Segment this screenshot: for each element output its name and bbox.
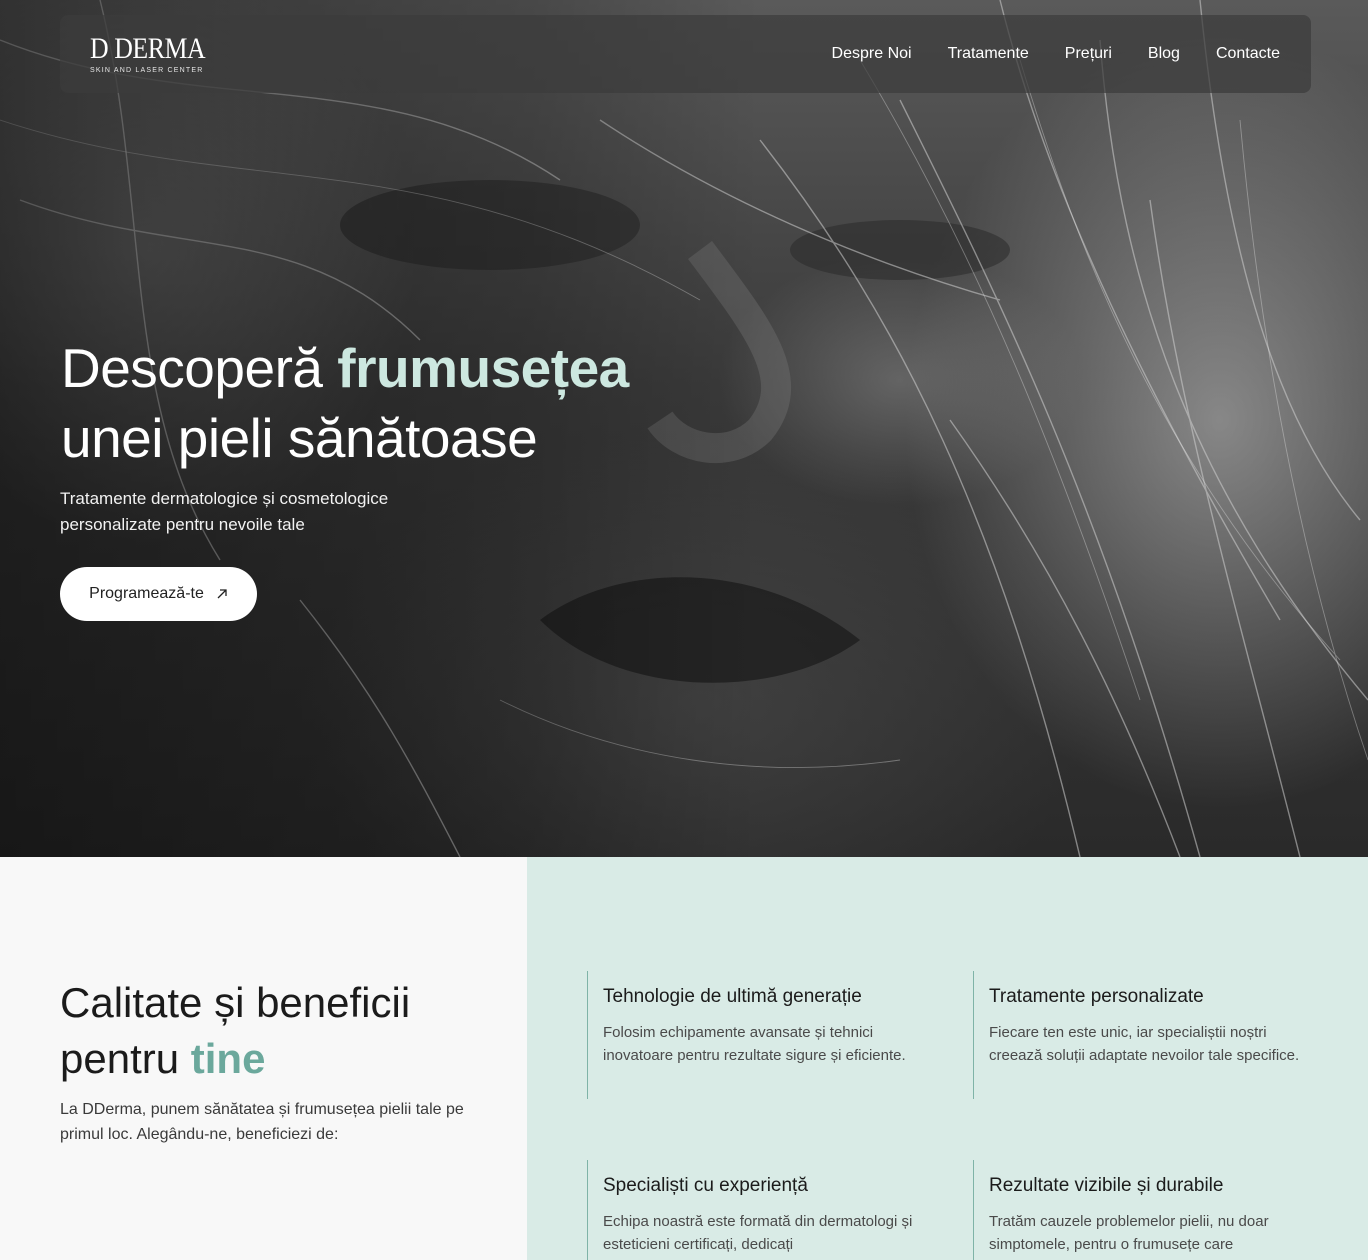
nav-link-preturi[interactable]: Prețuri bbox=[1065, 45, 1112, 63]
benefit-card-personalized: Tratamente personalizate Fiecare ten est… bbox=[973, 971, 1303, 1099]
benefit-card-title: Rezultate vizibile și durabile bbox=[989, 1175, 1224, 1196]
hero-title: Descoperă frumusețea unei pieli sănătoas… bbox=[61, 333, 629, 473]
benefits-title-line2-start: pentru bbox=[60, 1035, 191, 1082]
nav-link-contacte[interactable]: Contacte bbox=[1216, 45, 1280, 63]
hero-title-accent: frumusețea bbox=[337, 337, 629, 399]
benefit-card-specialists: Specialiști cu experiență Echipa noastră… bbox=[587, 1160, 917, 1260]
hero-subtitle-line2: personalizate pentru nevoile tale bbox=[60, 515, 305, 534]
benefits-title-line1: Calitate și beneficii bbox=[60, 979, 411, 1026]
nav-link-despre-noi[interactable]: Despre Noi bbox=[832, 45, 912, 63]
hero-section: D DERMA SKIN AND LASER CENTER Despre Noi… bbox=[0, 0, 1368, 857]
benefit-card-text: Tratăm cauzele problemelor pielii, nu do… bbox=[989, 1213, 1269, 1253]
arrow-up-right-icon bbox=[217, 589, 227, 599]
nav-links: Despre Noi Tratamente Prețuri Blog Conta… bbox=[832, 45, 1280, 63]
book-appointment-button[interactable]: Programează-te bbox=[60, 567, 257, 621]
benefits-title: Calitate și beneficii pentru tine bbox=[60, 975, 410, 1087]
benefits-section: Calitate și beneficii pentru tine La DDe… bbox=[0, 857, 1368, 1260]
benefit-card-results: Rezultate vizibile și durabile Tratăm ca… bbox=[973, 1160, 1303, 1260]
benefit-card-technology: Tehnologie de ultimă generație Folosim e… bbox=[587, 971, 917, 1099]
brand-tagline: SKIN AND LASER CENTER bbox=[90, 67, 204, 74]
benefit-card-title: Specialiști cu experiență bbox=[603, 1175, 808, 1196]
nav-link-tratamente[interactable]: Tratamente bbox=[948, 45, 1029, 63]
hero-subtitle: Tratamente dermatologice și cosmetologic… bbox=[60, 486, 460, 538]
brand-logo[interactable]: D DERMA SKIN AND LASER CENTER bbox=[90, 32, 224, 75]
benefits-title-accent: tine bbox=[190, 1035, 266, 1082]
benefit-card-title: Tratamente personalizate bbox=[989, 986, 1204, 1007]
benefit-card-text: Echipa noastră este formată din dermatol… bbox=[603, 1213, 913, 1253]
brand-name: D DERMA bbox=[90, 32, 206, 65]
book-appointment-label: Programează-te bbox=[89, 585, 204, 602]
benefits-intro: La DDerma, punem sănătatea și frumusețea… bbox=[60, 1101, 464, 1143]
nav-link-blog[interactable]: Blog bbox=[1148, 45, 1180, 63]
benefit-card-text: Folosim echipamente avansate și tehnici … bbox=[603, 1024, 906, 1064]
benefit-card-text: Fiecare ten este unic, iar specialiștii … bbox=[989, 1024, 1300, 1064]
benefits-cards-panel: Tehnologie de ultimă generație Folosim e… bbox=[527, 857, 1368, 1260]
hero-title-end: unei pieli sănătoase bbox=[61, 407, 538, 469]
hero-subtitle-line1: Tratamente dermatologice și cosmetologic… bbox=[60, 489, 389, 508]
hero-title-start: Descoperă bbox=[61, 337, 338, 399]
benefits-intro-panel: Calitate și beneficii pentru tine La DDe… bbox=[0, 857, 527, 1260]
top-navigation: D DERMA SKIN AND LASER CENTER Despre Noi… bbox=[60, 15, 1311, 93]
benefit-card-title: Tehnologie de ultimă generație bbox=[603, 986, 862, 1007]
